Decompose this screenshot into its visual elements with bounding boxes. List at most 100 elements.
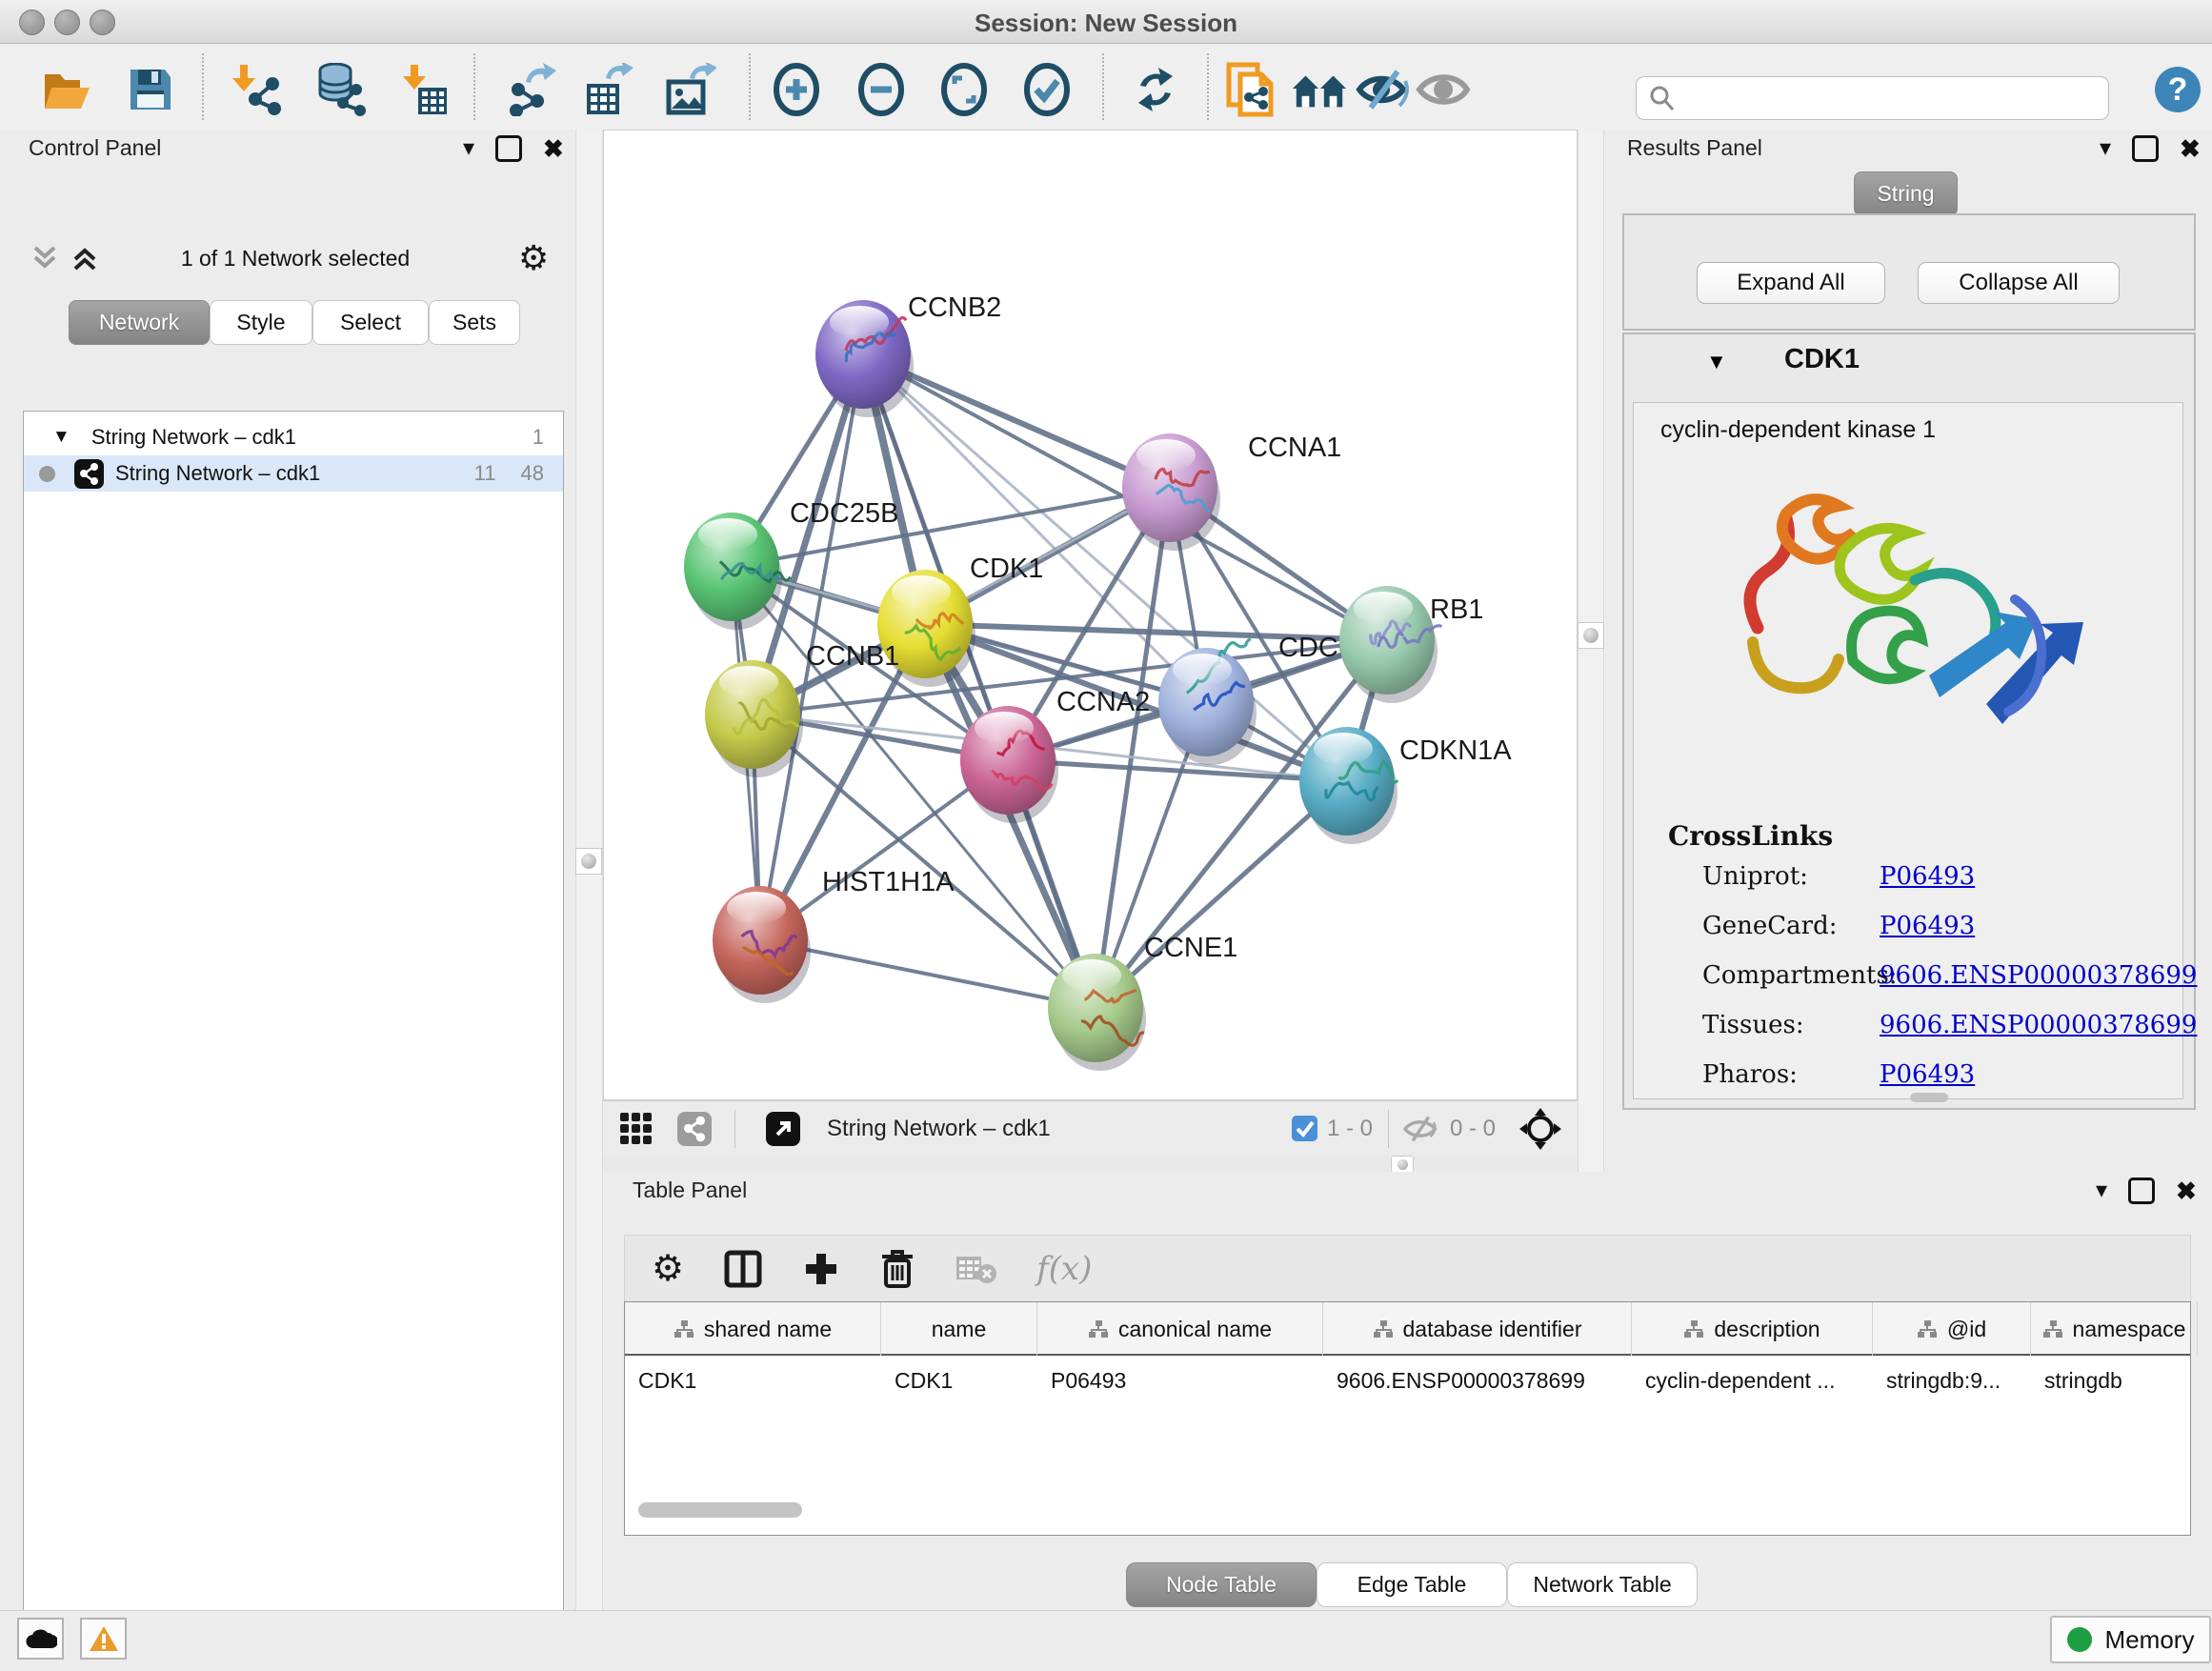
selected-checkbox-icon[interactable]	[1292, 1116, 1317, 1141]
crosslink-link[interactable]: P06493	[1880, 912, 1975, 940]
crosslink-link[interactable]: 9606.ENSP00000378699	[1880, 961, 2197, 990]
help-button[interactable]: ?	[2149, 61, 2206, 118]
table-settings-gear-icon[interactable]: ⚙	[652, 1247, 684, 1290]
table-cell[interactable]: stringdb:9...	[1873, 1359, 2031, 1401]
refresh-button[interactable]	[1127, 61, 1184, 118]
column-header--id[interactable]: @id	[1873, 1302, 2031, 1356]
zoom-out-button[interactable]	[853, 61, 910, 118]
tab-string[interactable]: String	[1854, 171, 1958, 216]
zoom-selected-button[interactable]	[1018, 61, 1076, 118]
column-header-canonical-name[interactable]: canonical name	[1037, 1302, 1323, 1356]
export-table-button[interactable]	[579, 61, 636, 118]
network-canvas[interactable]: CCNB2CCNA1CDC25BCDK1CDC6RB1CCNB1CCNA2CDK…	[603, 130, 1578, 1100]
export-network-button[interactable]	[501, 61, 558, 118]
tab-select[interactable]: Select	[312, 300, 429, 345]
pan-crosshair-icon[interactable]	[1518, 1107, 1562, 1151]
panel-float-icon[interactable]	[495, 135, 522, 162]
tab-style[interactable]: Style	[210, 300, 312, 345]
panel-close-icon[interactable]: ✖	[2180, 136, 2201, 161]
import-network-from-database-button[interactable]	[312, 61, 369, 118]
crosslink-link[interactable]: P06493	[1880, 1060, 1975, 1089]
save-session-button[interactable]	[122, 61, 179, 118]
table-cell[interactable]: P06493	[1037, 1359, 1323, 1401]
table-cell[interactable]: 9606.ENSP00000378699	[1323, 1359, 1632, 1401]
tab-node-table[interactable]: Node Table	[1126, 1562, 1317, 1607]
network-collection-label: String Network – cdk1	[91, 425, 296, 450]
cloud-button[interactable]	[17, 1618, 64, 1660]
tab-sets[interactable]: Sets	[429, 300, 520, 345]
table-cell[interactable]: CDK1	[625, 1359, 881, 1401]
open-session-button[interactable]	[39, 61, 96, 118]
show-all-icon	[1416, 66, 1471, 113]
add-column-icon[interactable]	[802, 1250, 840, 1288]
network-collection-row[interactable]: ▼ String Network – cdk1 1	[24, 419, 563, 455]
table-hscroll-thumb[interactable]	[638, 1502, 802, 1518]
column-header-shared-name[interactable]: shared name	[625, 1302, 881, 1356]
results-hscroll-thumb[interactable]	[1910, 1093, 1948, 1102]
left-divider-handle[interactable]	[575, 848, 602, 875]
right-divider-handle[interactable]	[1578, 622, 1604, 649]
new-network-from-selection-button[interactable]	[1223, 61, 1280, 118]
tab-network-table[interactable]: Network Table	[1507, 1562, 1698, 1607]
table-cell[interactable]: stringdb	[2031, 1359, 2198, 1401]
crosslink-label: Pharos:	[1702, 1060, 1798, 1089]
panel-collapse-icon[interactable]: ▾	[2096, 1179, 2107, 1202]
delete-table-icon[interactable]	[955, 1253, 996, 1285]
tree-expand-icon[interactable]: ▼	[52, 427, 70, 448]
show-columns-icon[interactable]	[724, 1250, 762, 1288]
svg-text:?: ?	[2168, 71, 2188, 108]
import-table-button[interactable]	[394, 61, 452, 118]
panel-float-icon[interactable]	[2132, 135, 2159, 162]
table-cell[interactable]: cyclin-dependent ...	[1632, 1359, 1873, 1401]
edge-CDKN1A-CCNE1[interactable]	[1096, 781, 1347, 1008]
column-header-name[interactable]: name	[881, 1302, 1037, 1356]
node-CDKN1A[interactable]: CDKN1A	[1299, 727, 1512, 844]
table-panel-divider[interactable]	[603, 1156, 1578, 1172]
panel-close-icon[interactable]: ✖	[543, 136, 564, 161]
section-collapse-icon[interactable]: ▼	[1706, 350, 1727, 374]
tab-edge-table[interactable]: Edge Table	[1317, 1562, 1507, 1607]
panel-collapse-icon[interactable]: ▾	[2100, 137, 2111, 160]
bottom-divider-handle[interactable]	[1391, 1156, 1414, 1173]
first-neighbors-button[interactable]	[1291, 61, 1348, 118]
node-RB1[interactable]: RB1	[1339, 586, 1483, 703]
open-in-window-icon[interactable]	[766, 1112, 800, 1146]
fit-content-button[interactable]	[935, 61, 993, 118]
export-table-icon	[581, 63, 634, 116]
delete-column-icon[interactable]	[880, 1249, 915, 1289]
toolbar-separator	[473, 53, 475, 120]
import-network-button[interactable]	[229, 61, 286, 118]
search-box	[1636, 76, 2109, 120]
tab-network[interactable]: Network	[69, 300, 210, 345]
zoom-in-button[interactable]	[768, 61, 825, 118]
network-options-gear-icon[interactable]: ⚙	[518, 238, 549, 278]
expand-all-button[interactable]: Expand All	[1697, 262, 1885, 304]
results-actions-box: Expand All Collapse All	[1622, 213, 2196, 331]
crosslink-link[interactable]: 9606.ENSP00000378699	[1880, 1011, 2197, 1039]
birds-eye-view-icon[interactable]	[618, 1111, 654, 1147]
network-share-icon	[74, 459, 104, 489]
apply-function-icon[interactable]: f(x)	[1036, 1250, 1092, 1288]
column-header-namespace[interactable]: namespace	[2031, 1302, 2198, 1356]
column-header-description[interactable]: description	[1632, 1302, 1873, 1356]
collapse-all-networks-icon[interactable]	[29, 242, 61, 279]
show-all-button[interactable]	[1415, 61, 1472, 118]
save-session-icon	[127, 66, 174, 113]
expand-all-networks-icon[interactable]	[69, 242, 101, 279]
panel-close-icon[interactable]: ✖	[2176, 1178, 2197, 1203]
column-header-database-identifier[interactable]: database identifier	[1323, 1302, 1632, 1356]
export-image-button[interactable]	[661, 61, 718, 118]
warnings-button[interactable]	[80, 1618, 127, 1660]
panel-float-icon[interactable]	[2128, 1178, 2155, 1204]
node-CDK1[interactable]: CDK1	[877, 554, 1043, 687]
network-row-selected[interactable]: String Network – cdk1 11 48	[24, 455, 563, 492]
search-input[interactable]	[1677, 85, 2108, 111]
panel-collapse-icon[interactable]: ▾	[463, 137, 474, 160]
table-cell[interactable]: CDK1	[881, 1359, 1037, 1401]
memory-button[interactable]: Memory	[2050, 1616, 2211, 1663]
node-table: shared namenamecanonical namedatabase id…	[624, 1301, 2191, 1536]
crosslink-link[interactable]: P06493	[1880, 862, 1975, 891]
collapse-all-button[interactable]: Collapse All	[1918, 262, 2120, 304]
hide-selected-button[interactable]	[1355, 61, 1412, 118]
node-HIST1H1A[interactable]: HIST1H1A	[713, 867, 955, 1003]
